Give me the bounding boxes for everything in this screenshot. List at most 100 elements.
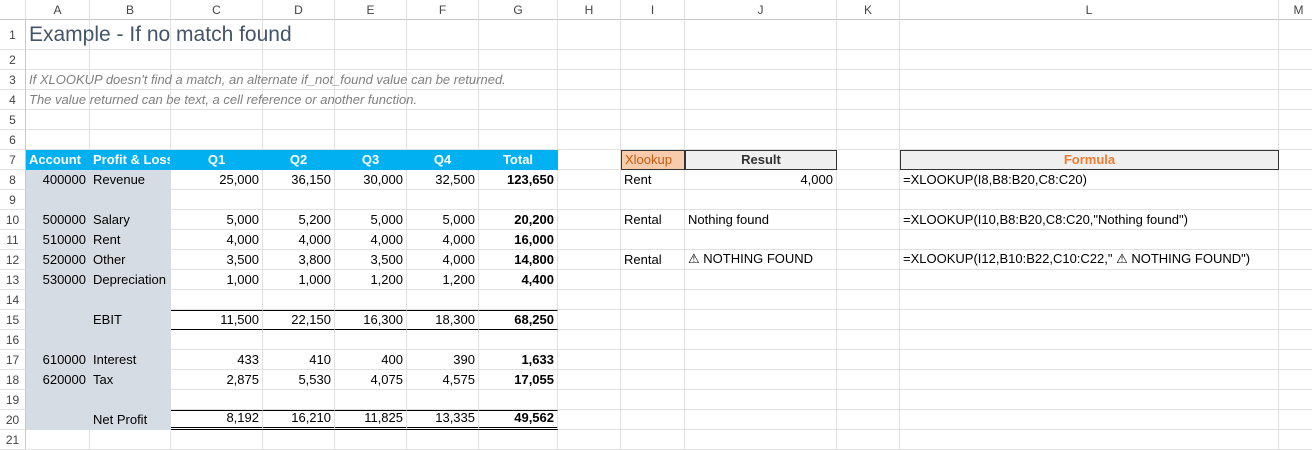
cell-G18[interactable]: 17,055 xyxy=(479,370,558,390)
row-header-11[interactable]: 11 xyxy=(0,230,26,250)
cell-A20[interactable] xyxy=(26,410,90,430)
row-header-21[interactable]: 21 xyxy=(0,430,26,450)
cell-E12[interactable]: 3,500 xyxy=(335,250,407,270)
cell-D16[interactable] xyxy=(263,330,335,350)
cell-F16[interactable] xyxy=(407,330,479,350)
cell-L1[interactable] xyxy=(900,20,1279,50)
row-header-8[interactable]: 8 xyxy=(0,170,26,190)
cell-E21[interactable] xyxy=(335,430,407,450)
cell-I8[interactable]: Rent xyxy=(621,170,685,190)
cell-G21[interactable] xyxy=(479,430,558,450)
cell-L18[interactable] xyxy=(900,370,1279,390)
cell-I21[interactable] xyxy=(621,430,685,450)
row-header-19[interactable]: 19 xyxy=(0,390,26,410)
cell-B18[interactable]: Tax xyxy=(90,370,171,390)
cell-D18[interactable]: 5,530 xyxy=(263,370,335,390)
cell-B11[interactable]: Rent xyxy=(90,230,171,250)
cell-A6[interactable] xyxy=(26,130,90,150)
cell-M5[interactable] xyxy=(1279,110,1312,130)
cell-F13[interactable]: 1,200 xyxy=(407,270,479,290)
cell-A16[interactable] xyxy=(26,330,90,350)
cell-F6[interactable] xyxy=(407,130,479,150)
cell-I17[interactable] xyxy=(621,350,685,370)
cell-E10[interactable]: 5,000 xyxy=(335,210,407,230)
cell-M3[interactable] xyxy=(1279,70,1312,90)
cell-F14[interactable] xyxy=(407,290,479,310)
cell-J16[interactable] xyxy=(685,330,837,350)
cell-G13[interactable]: 4,400 xyxy=(479,270,558,290)
row-header-18[interactable]: 18 xyxy=(0,370,26,390)
cell-J17[interactable] xyxy=(685,350,837,370)
cell-E15[interactable]: 16,300 xyxy=(335,310,407,330)
cell-D13[interactable]: 1,000 xyxy=(263,270,335,290)
cell-K16[interactable] xyxy=(837,330,900,350)
cell-I10[interactable]: Rental xyxy=(621,210,685,230)
cell-L7[interactable]: Formula xyxy=(900,150,1279,170)
cell-L21[interactable] xyxy=(900,430,1279,450)
column-header-B[interactable]: B xyxy=(90,0,171,20)
cell-G6[interactable] xyxy=(479,130,558,150)
cell-F10[interactable]: 5,000 xyxy=(407,210,479,230)
cell-G14[interactable] xyxy=(479,290,558,310)
cell-F21[interactable] xyxy=(407,430,479,450)
cell-C7[interactable]: Q1 xyxy=(171,150,263,170)
cell-E6[interactable] xyxy=(335,130,407,150)
cell-B19[interactable] xyxy=(90,390,171,410)
cell-F2[interactable] xyxy=(407,50,479,70)
cell-M11[interactable] xyxy=(1279,230,1312,250)
cell-K7[interactable] xyxy=(837,150,900,170)
cell-B17[interactable]: Interest xyxy=(90,350,171,370)
cell-A17[interactable]: 610000 xyxy=(26,350,90,370)
cell-D19[interactable] xyxy=(263,390,335,410)
cell-B16[interactable] xyxy=(90,330,171,350)
cell-F11[interactable]: 4,000 xyxy=(407,230,479,250)
cell-H16[interactable] xyxy=(558,330,621,350)
cell-L13[interactable] xyxy=(900,270,1279,290)
cell-A21[interactable] xyxy=(26,430,90,450)
cell-D7[interactable]: Q2 xyxy=(263,150,335,170)
cell-D2[interactable] xyxy=(263,50,335,70)
cell-I4[interactable] xyxy=(621,90,685,110)
row-header-5[interactable]: 5 xyxy=(0,110,26,130)
cell-E18[interactable]: 4,075 xyxy=(335,370,407,390)
cell-A7[interactable]: Account xyxy=(26,150,90,170)
cell-C19[interactable] xyxy=(171,390,263,410)
cell-J15[interactable] xyxy=(685,310,837,330)
cell-H15[interactable] xyxy=(558,310,621,330)
cell-F12[interactable]: 4,000 xyxy=(407,250,479,270)
cell-G11[interactable]: 16,000 xyxy=(479,230,558,250)
cell-C13[interactable]: 1,000 xyxy=(171,270,263,290)
cell-K20[interactable] xyxy=(837,410,900,430)
cell-H13[interactable] xyxy=(558,270,621,290)
cell-G7[interactable]: Total xyxy=(479,150,558,170)
cell-A19[interactable] xyxy=(26,390,90,410)
cell-H5[interactable] xyxy=(558,110,621,130)
cell-F17[interactable]: 390 xyxy=(407,350,479,370)
cell-L9[interactable] xyxy=(900,190,1279,210)
cell-J11[interactable] xyxy=(685,230,837,250)
cell-C12[interactable]: 3,500 xyxy=(171,250,263,270)
cell-H2[interactable] xyxy=(558,50,621,70)
cell-C21[interactable] xyxy=(171,430,263,450)
cell-L6[interactable] xyxy=(900,130,1279,150)
cell-E1[interactable] xyxy=(335,20,407,50)
cell-G1[interactable] xyxy=(479,20,558,50)
row-header-10[interactable]: 10 xyxy=(0,210,26,230)
cell-K19[interactable] xyxy=(837,390,900,410)
column-header-I[interactable]: I xyxy=(621,0,685,20)
column-header-F[interactable]: F xyxy=(407,0,479,20)
cell-I19[interactable] xyxy=(621,390,685,410)
row-header-6[interactable]: 6 xyxy=(0,130,26,150)
cell-L3[interactable] xyxy=(900,70,1279,90)
row-header-7[interactable]: 7 xyxy=(0,150,26,170)
cell-D20[interactable]: 16,210 xyxy=(263,410,335,430)
cell-B5[interactable] xyxy=(90,110,171,130)
cell-C20[interactable]: 8,192 xyxy=(171,410,263,430)
cell-I11[interactable] xyxy=(621,230,685,250)
cell-I1[interactable] xyxy=(621,20,685,50)
cell-M1[interactable] xyxy=(1279,20,1312,50)
column-header-M[interactable]: M xyxy=(1279,0,1312,20)
cell-K6[interactable] xyxy=(837,130,900,150)
cell-H14[interactable] xyxy=(558,290,621,310)
cell-C2[interactable] xyxy=(171,50,263,70)
